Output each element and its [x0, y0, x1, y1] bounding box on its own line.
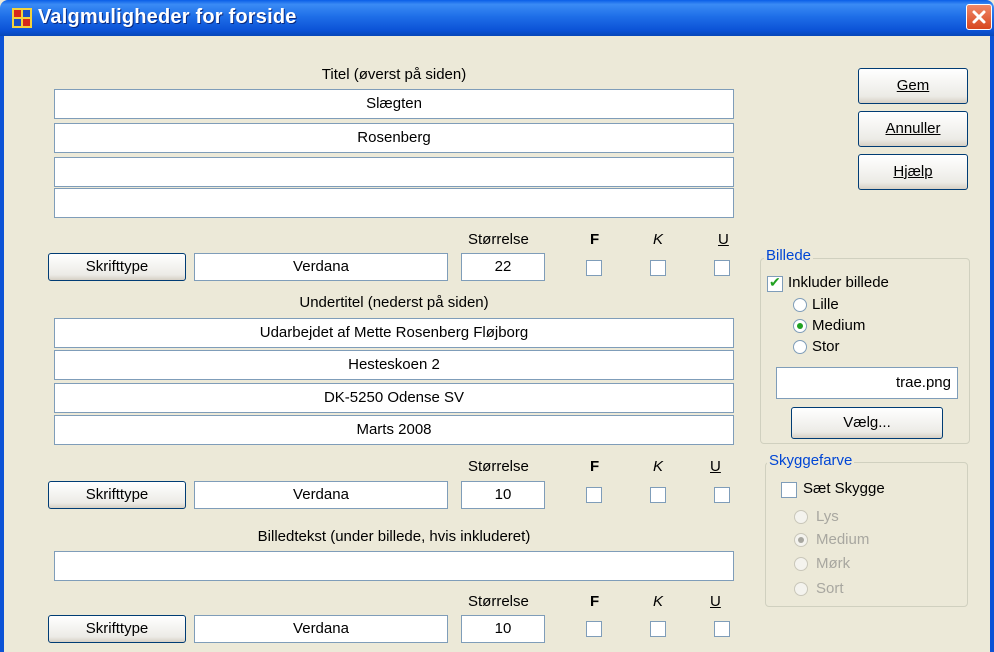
caption-size-input[interactable]: 10 [461, 615, 545, 643]
image-size-large-radio[interactable] [793, 340, 807, 354]
caption-bold-checkbox[interactable] [586, 621, 602, 637]
title-italic-checkbox[interactable] [650, 260, 666, 276]
window-frame-right [990, 36, 994, 652]
title-underline-header: U [718, 231, 729, 248]
shadow-medium-label: Medium [816, 531, 870, 548]
subtitle-line-4[interactable]: Marts 2008 [54, 415, 734, 445]
shadow-group-title: Skyggefarve [767, 452, 855, 469]
title-font-button[interactable]: Skrifttype [48, 253, 186, 281]
subtitle-line-3[interactable]: DK-5250 Odense SV [54, 383, 734, 413]
title-section-label: Titel (øverst på siden) [321, 66, 467, 83]
save-button[interactable]: Gem [858, 68, 968, 104]
set-shadow-label: Sæt Skygge [803, 480, 885, 497]
subtitle-underline-checkbox[interactable] [714, 487, 730, 503]
image-size-small-label: Lille [812, 296, 839, 313]
title-line-4[interactable] [54, 188, 734, 218]
title-italic-header: K [653, 231, 664, 248]
subtitle-underline-header: U [710, 458, 721, 475]
image-size-small-radio[interactable] [793, 298, 807, 312]
title-size-input[interactable]: 22 [461, 253, 545, 281]
window-frame-left [0, 36, 4, 652]
title-line-3[interactable] [54, 157, 734, 187]
subtitle-size-input[interactable]: 10 [461, 481, 545, 509]
caption-italic-checkbox[interactable] [650, 621, 666, 637]
caption-line[interactable] [54, 551, 734, 581]
subtitle-font-button[interactable]: Skrifttype [48, 481, 186, 509]
subtitle-line-1[interactable]: Udarbejdet af Mette Rosenberg Fløjborg [54, 318, 734, 348]
title-underline-checkbox[interactable] [714, 260, 730, 276]
caption-italic-header: K [653, 593, 664, 610]
subtitle-font-name: Verdana [194, 481, 448, 509]
include-image-label: Inkluder billede [788, 274, 889, 291]
set-shadow-checkbox[interactable] [781, 482, 797, 498]
image-group-title: Billede [764, 247, 814, 264]
title-size-header: Størrelse [468, 231, 529, 248]
help-button[interactable]: Hjælp [858, 154, 968, 190]
image-size-large-label: Stor [812, 338, 840, 355]
caption-font-name: Verdana [194, 615, 448, 643]
shadow-medium-radio[interactable] [794, 533, 808, 547]
caption-bold-header: F [590, 593, 600, 610]
subtitle-size-header: Størrelse [468, 458, 529, 475]
save-button-label: Gem [896, 77, 930, 94]
caption-section-label: Billedtekst (under billede, hvis inklude… [257, 528, 531, 545]
caption-underline-header: U [710, 593, 721, 610]
window-title: Valgmuligheder for forside [38, 6, 297, 28]
image-size-medium-label: Medium [812, 317, 866, 334]
subtitle-line-2[interactable]: Hesteskoen 2 [54, 350, 734, 380]
help-button-label: Hjælp [893, 163, 933, 180]
shadow-dark-label: Mørk [816, 555, 851, 572]
caption-font-button[interactable]: Skrifttype [48, 615, 186, 643]
title-bar: Valgmuligheder for forside [0, 0, 994, 36]
close-button[interactable] [966, 4, 992, 30]
shadow-black-radio[interactable] [794, 582, 808, 596]
title-font-name: Verdana [194, 253, 448, 281]
cancel-button[interactable]: Annuller [858, 111, 968, 147]
shadow-light-radio[interactable] [794, 510, 808, 524]
subtitle-section-label: Undertitel (nederst på siden) [299, 294, 489, 311]
subtitle-bold-header: F [590, 458, 600, 475]
subtitle-italic-header: K [653, 458, 664, 475]
caption-size-header: Størrelse [468, 593, 529, 610]
cancel-button-label: Annuller [885, 120, 941, 137]
image-filename-field[interactable]: trae.png [776, 367, 958, 399]
shadow-dark-radio[interactable] [794, 557, 808, 571]
subtitle-italic-checkbox[interactable] [650, 487, 666, 503]
shadow-light-label: Lys [816, 508, 839, 525]
subtitle-bold-checkbox[interactable] [586, 487, 602, 503]
family-tree-icon [12, 8, 32, 28]
title-line-1[interactable]: Slægten [54, 89, 734, 119]
title-line-2[interactable]: Rosenberg [54, 123, 734, 153]
title-bold-header: F [590, 231, 600, 248]
image-size-medium-radio[interactable] [793, 319, 807, 333]
caption-underline-checkbox[interactable] [714, 621, 730, 637]
choose-image-button[interactable]: Vælg... [791, 407, 943, 439]
include-image-checkbox[interactable] [767, 274, 783, 292]
close-icon [972, 10, 986, 24]
title-bold-checkbox[interactable] [586, 260, 602, 276]
shadow-black-label: Sort [816, 580, 844, 597]
